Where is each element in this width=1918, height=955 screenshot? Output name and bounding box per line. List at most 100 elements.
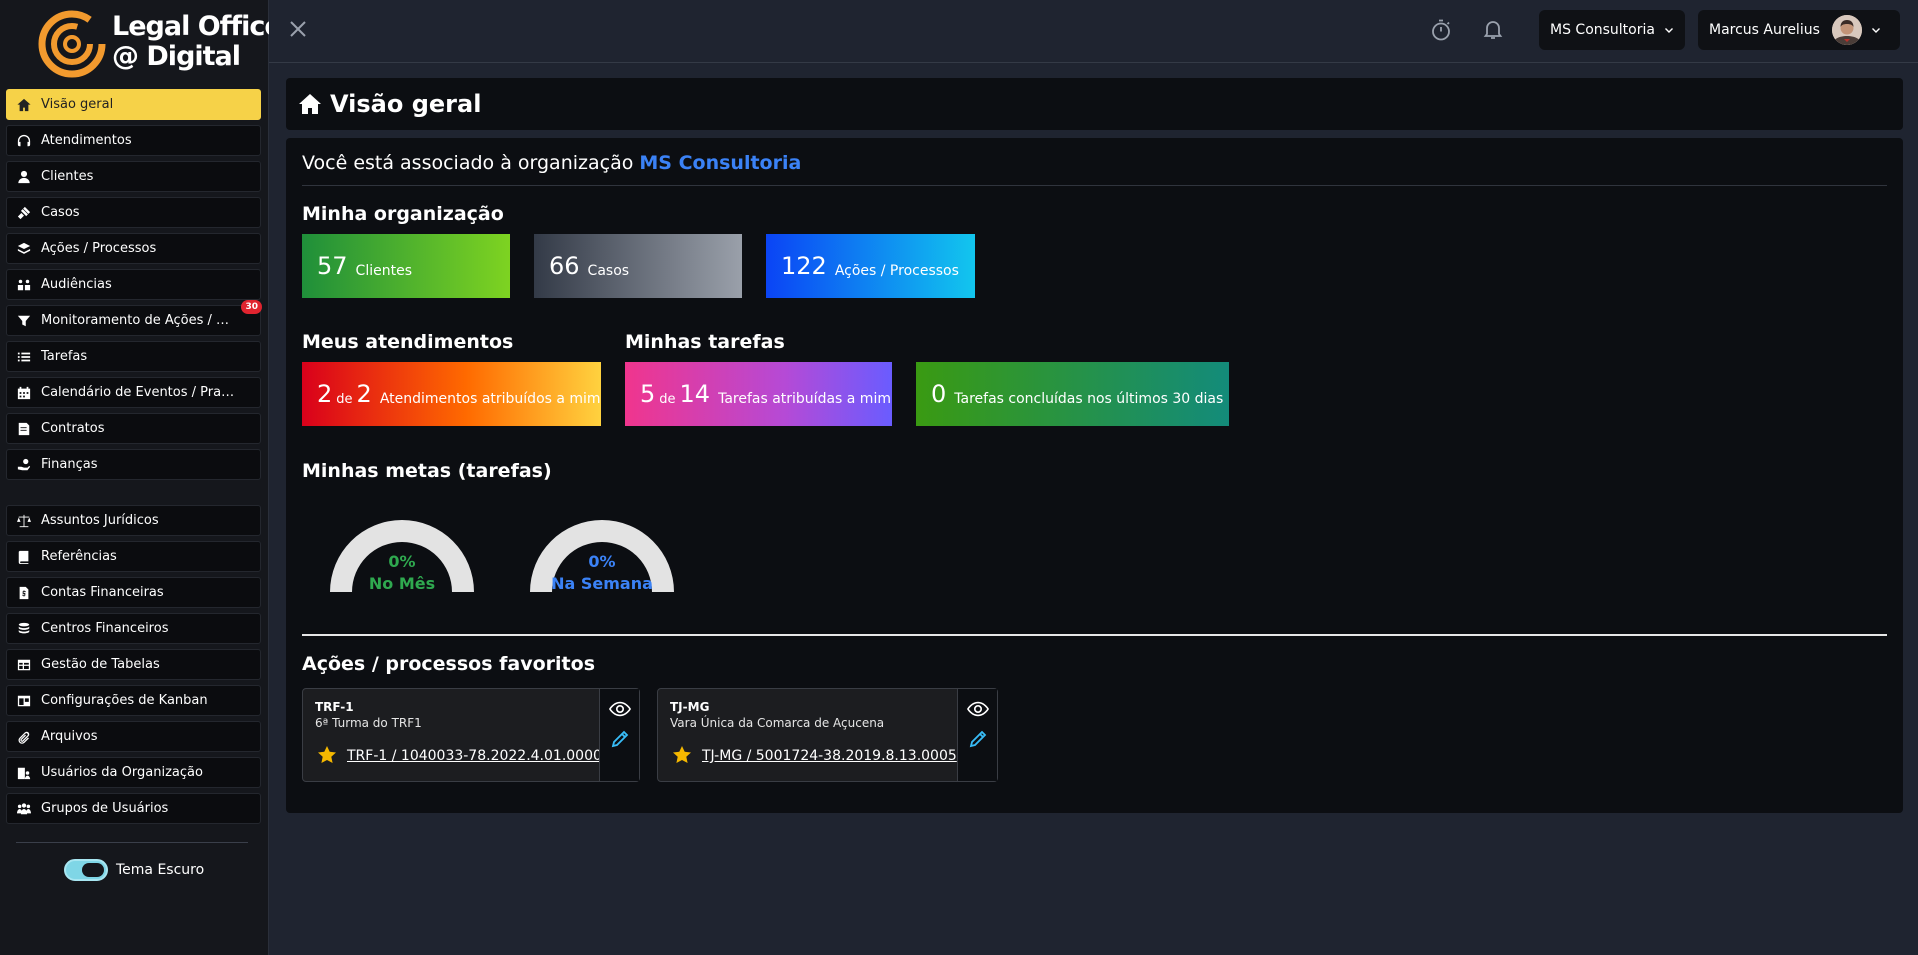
favorite-court: TRF-1	[315, 700, 354, 714]
brand-line-1: Legal Office	[112, 11, 283, 42]
theme-switch[interactable]	[64, 859, 108, 881]
stat-label: Ações / Processos	[834, 263, 959, 279]
gauge-week-value: 0%	[588, 552, 616, 571]
stat-card-clientes[interactable]: 57 Clientes	[302, 234, 510, 298]
sidebar-item-visao-geral[interactable]: Visão geral	[6, 89, 261, 120]
kanban-icon	[17, 694, 31, 708]
pencil-icon[interactable]	[969, 730, 987, 748]
section-title-organization: Minha organização	[302, 203, 504, 225]
hand-coin-icon	[17, 458, 31, 472]
chevron-down-icon	[1664, 28, 1673, 33]
sidebar-item-grupos-usuarios[interactable]: Grupos de Usuários	[6, 793, 261, 824]
organization-association: Você está associado à organização MS Con…	[302, 152, 801, 174]
stat-card-tarefas[interactable]: 5 de 14 Tarefas atribuídas a mim	[625, 362, 892, 426]
sidebar-item-atendimentos[interactable]: Atendimentos	[6, 125, 261, 156]
notification-badge: 30	[241, 300, 262, 314]
theme-label: Tema Escuro	[116, 862, 205, 878]
sidebar-item-financas[interactable]: Finanças	[6, 449, 261, 480]
stat-card-atendimentos[interactable]: 2 de 2 Atendimentos atribuídos a mim	[302, 362, 601, 426]
sidebar-item-label: Grupos de Usuários	[41, 801, 169, 816]
sidebar-item-referencias[interactable]: Referências	[6, 541, 261, 572]
sidebar-item-usuarios-organizacao[interactable]: Usuários da Organização	[6, 757, 261, 788]
book-icon	[17, 550, 31, 564]
sidebar-item-label: Visão geral	[41, 97, 114, 112]
association-org-link[interactable]: MS Consultoria	[639, 152, 801, 174]
sidebar-item-label: Audiências	[41, 277, 112, 292]
favorite-process-link[interactable]: TJ-MG / 5001724-38.2019.8.13.0005	[702, 748, 957, 764]
chevron-down-icon	[1871, 28, 1880, 33]
favorite-desc: Vara Única da Comarca de Açucena	[670, 716, 885, 730]
brand-logo[interactable]: Legal Office @ Digital	[36, 4, 283, 80]
users-org-icon	[17, 766, 31, 780]
sidebar-item-kanban[interactable]: Configurações de Kanban	[6, 685, 261, 716]
stat-value: 122	[781, 252, 827, 280]
sidebar-item-contas-financeiras[interactable]: Contas Financeiras	[6, 577, 261, 608]
stat-value: 57	[317, 252, 348, 280]
layers-icon	[17, 242, 31, 256]
sidebar-item-label: Contratos	[41, 421, 105, 436]
list-check-icon	[17, 350, 31, 364]
sidebar-item-label: Ações / Processos	[41, 241, 157, 256]
page-header: Visão geral	[286, 78, 1903, 130]
sidebar-item-acoes-processos[interactable]: Ações / Processos	[6, 233, 261, 264]
organization-select[interactable]: MS Consultoria	[1539, 10, 1685, 50]
stat-card-tarefas-concluidas[interactable]: 0 Tarefas concluídas nos últimos 30 dias	[916, 362, 1229, 426]
sidebar: Legal Office @ Digital Visão geral Atend…	[0, 0, 283, 955]
sidebar-item-gestao-tabelas[interactable]: Gestão de Tabelas	[6, 649, 261, 680]
organization-name: MS Consultoria	[1550, 22, 1655, 38]
sidebar-item-audiencias[interactable]: Audiências	[6, 269, 261, 300]
gauge-month-label: No Mês	[368, 574, 436, 593]
favorite-desc: 6ª Turma do TRF1	[315, 716, 422, 730]
sidebar-item-arquivos[interactable]: Arquivos	[6, 721, 261, 752]
stat-label: Atendimentos atribuídos a mim	[379, 391, 601, 407]
dashboard-content: Você está associado à organização MS Con…	[286, 138, 1903, 813]
sidebar-item-calendario[interactable]: Calendário de Eventos / Prazos	[6, 377, 261, 408]
user-icon	[17, 170, 31, 184]
sidebar-item-centros-financeiros[interactable]: Centros Financeiros	[6, 613, 261, 644]
user-menu[interactable]: Marcus Aurelius	[1698, 10, 1900, 50]
divider	[302, 634, 1887, 636]
sidebar-item-label: Assuntos Jurídicos	[41, 513, 159, 528]
stat-label: Tarefas atribuídas a mim	[718, 391, 891, 407]
calendar-icon	[17, 386, 31, 400]
association-text: Você está associado à organização	[302, 152, 634, 174]
filter-icon	[17, 314, 31, 328]
user-name: Marcus Aurelius	[1709, 22, 1820, 38]
sidebar-item-tarefas[interactable]: Tarefas	[6, 341, 261, 372]
headset-icon	[17, 134, 31, 148]
eye-icon[interactable]	[967, 698, 989, 720]
gauge-week-text: 0% Na Semana	[527, 551, 677, 595]
gauge-month-text: 0% No Mês	[327, 551, 477, 595]
table-icon	[17, 658, 31, 672]
sidebar-item-label: Contas Financeiras	[41, 585, 164, 600]
theme-toggle[interactable]: Tema Escuro	[64, 859, 204, 881]
pencil-icon[interactable]	[611, 730, 629, 748]
star-icon[interactable]	[672, 745, 692, 765]
stat-label: Clientes	[355, 263, 412, 279]
sidebar-item-clientes[interactable]: Clientes	[6, 161, 261, 192]
sidebar-item-contratos[interactable]: Contratos	[6, 413, 261, 444]
sidebar-item-monitoramento[interactable]: Monitoramento de Ações / Processos 30	[6, 300, 262, 336]
sidebar-nav: Visão geral Atendimentos Clientes Casos …	[6, 89, 262, 829]
coins-icon	[17, 622, 31, 636]
topbar: MS Consultoria Marcus Aurelius	[269, 0, 1918, 63]
stat-value: 2	[317, 380, 333, 408]
eye-icon[interactable]	[609, 698, 631, 720]
stat-value: 66	[549, 252, 580, 280]
sidebar-item-casos[interactable]: Casos	[6, 197, 261, 228]
close-icon[interactable]	[287, 18, 309, 40]
sidebar-item-label: Centros Financeiros	[41, 621, 169, 636]
sidebar-divider	[16, 842, 248, 843]
timer-icon[interactable]	[1429, 18, 1453, 42]
stat-label: Tarefas concluídas nos últimos 30 dias	[954, 391, 1224, 407]
stat-card-casos[interactable]: 66 Casos	[534, 234, 742, 298]
people-icon	[17, 278, 31, 292]
favorite-actions	[599, 689, 639, 781]
stat-card-acoes-processos[interactable]: 122 Ações / Processos	[766, 234, 975, 298]
sidebar-item-assuntos-juridicos[interactable]: Assuntos Jurídicos	[6, 505, 261, 536]
gauge-month-value: 0%	[388, 552, 416, 571]
favorite-process-link[interactable]: TRF-1 / 1040033-78.2022.4.01.0000	[347, 748, 602, 764]
sidebar-item-label: Usuários da Organização	[41, 765, 203, 780]
bell-icon[interactable]	[1481, 17, 1505, 41]
star-icon[interactable]	[317, 745, 337, 765]
